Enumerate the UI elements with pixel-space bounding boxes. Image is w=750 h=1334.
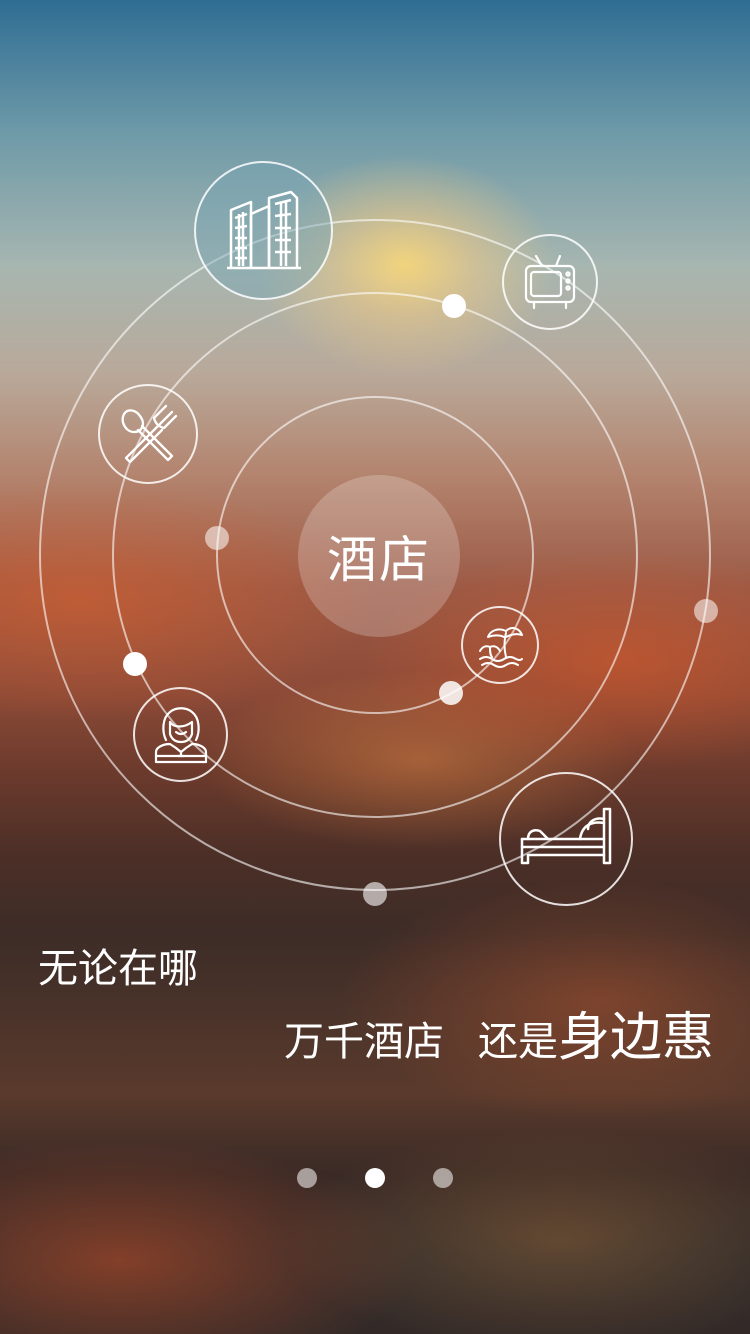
caption-line-2-part-2: 还是	[477, 1019, 558, 1065]
receptionist-icon	[133, 687, 228, 782]
caption-emphasis: 身边惠	[557, 1008, 714, 1068]
caption-line-2-part-1: 万千酒店	[283, 1019, 444, 1065]
beach-icon	[461, 606, 539, 684]
center-hub: 酒店	[298, 475, 460, 637]
tv-icon	[502, 234, 598, 330]
orbit-dot	[205, 526, 229, 550]
orbit-dot	[694, 599, 718, 623]
page-dot-1[interactable]	[297, 1168, 317, 1188]
orbit-dot	[442, 294, 466, 318]
caption-line-2: 万千酒店 还是 身边惠	[284, 995, 714, 1070]
center-label: 酒店	[327, 531, 431, 589]
page-indicator	[0, 1168, 750, 1188]
page-dot-2-active[interactable]	[365, 1168, 385, 1188]
orbit-diagram	[39, 219, 718, 906]
orbit-dot	[439, 681, 463, 705]
orbit-dot	[363, 882, 387, 906]
hotel-building-icon	[194, 161, 333, 300]
page-dot-3[interactable]	[433, 1168, 453, 1188]
orbit-dot	[123, 652, 147, 676]
dining-icon	[98, 384, 198, 484]
bed-icon	[499, 772, 633, 906]
onboarding-screen[interactable]: 酒店 无论在哪 万千酒店 还是 身边惠	[0, 0, 750, 1334]
caption-line-1: 无论在哪	[38, 946, 198, 992]
